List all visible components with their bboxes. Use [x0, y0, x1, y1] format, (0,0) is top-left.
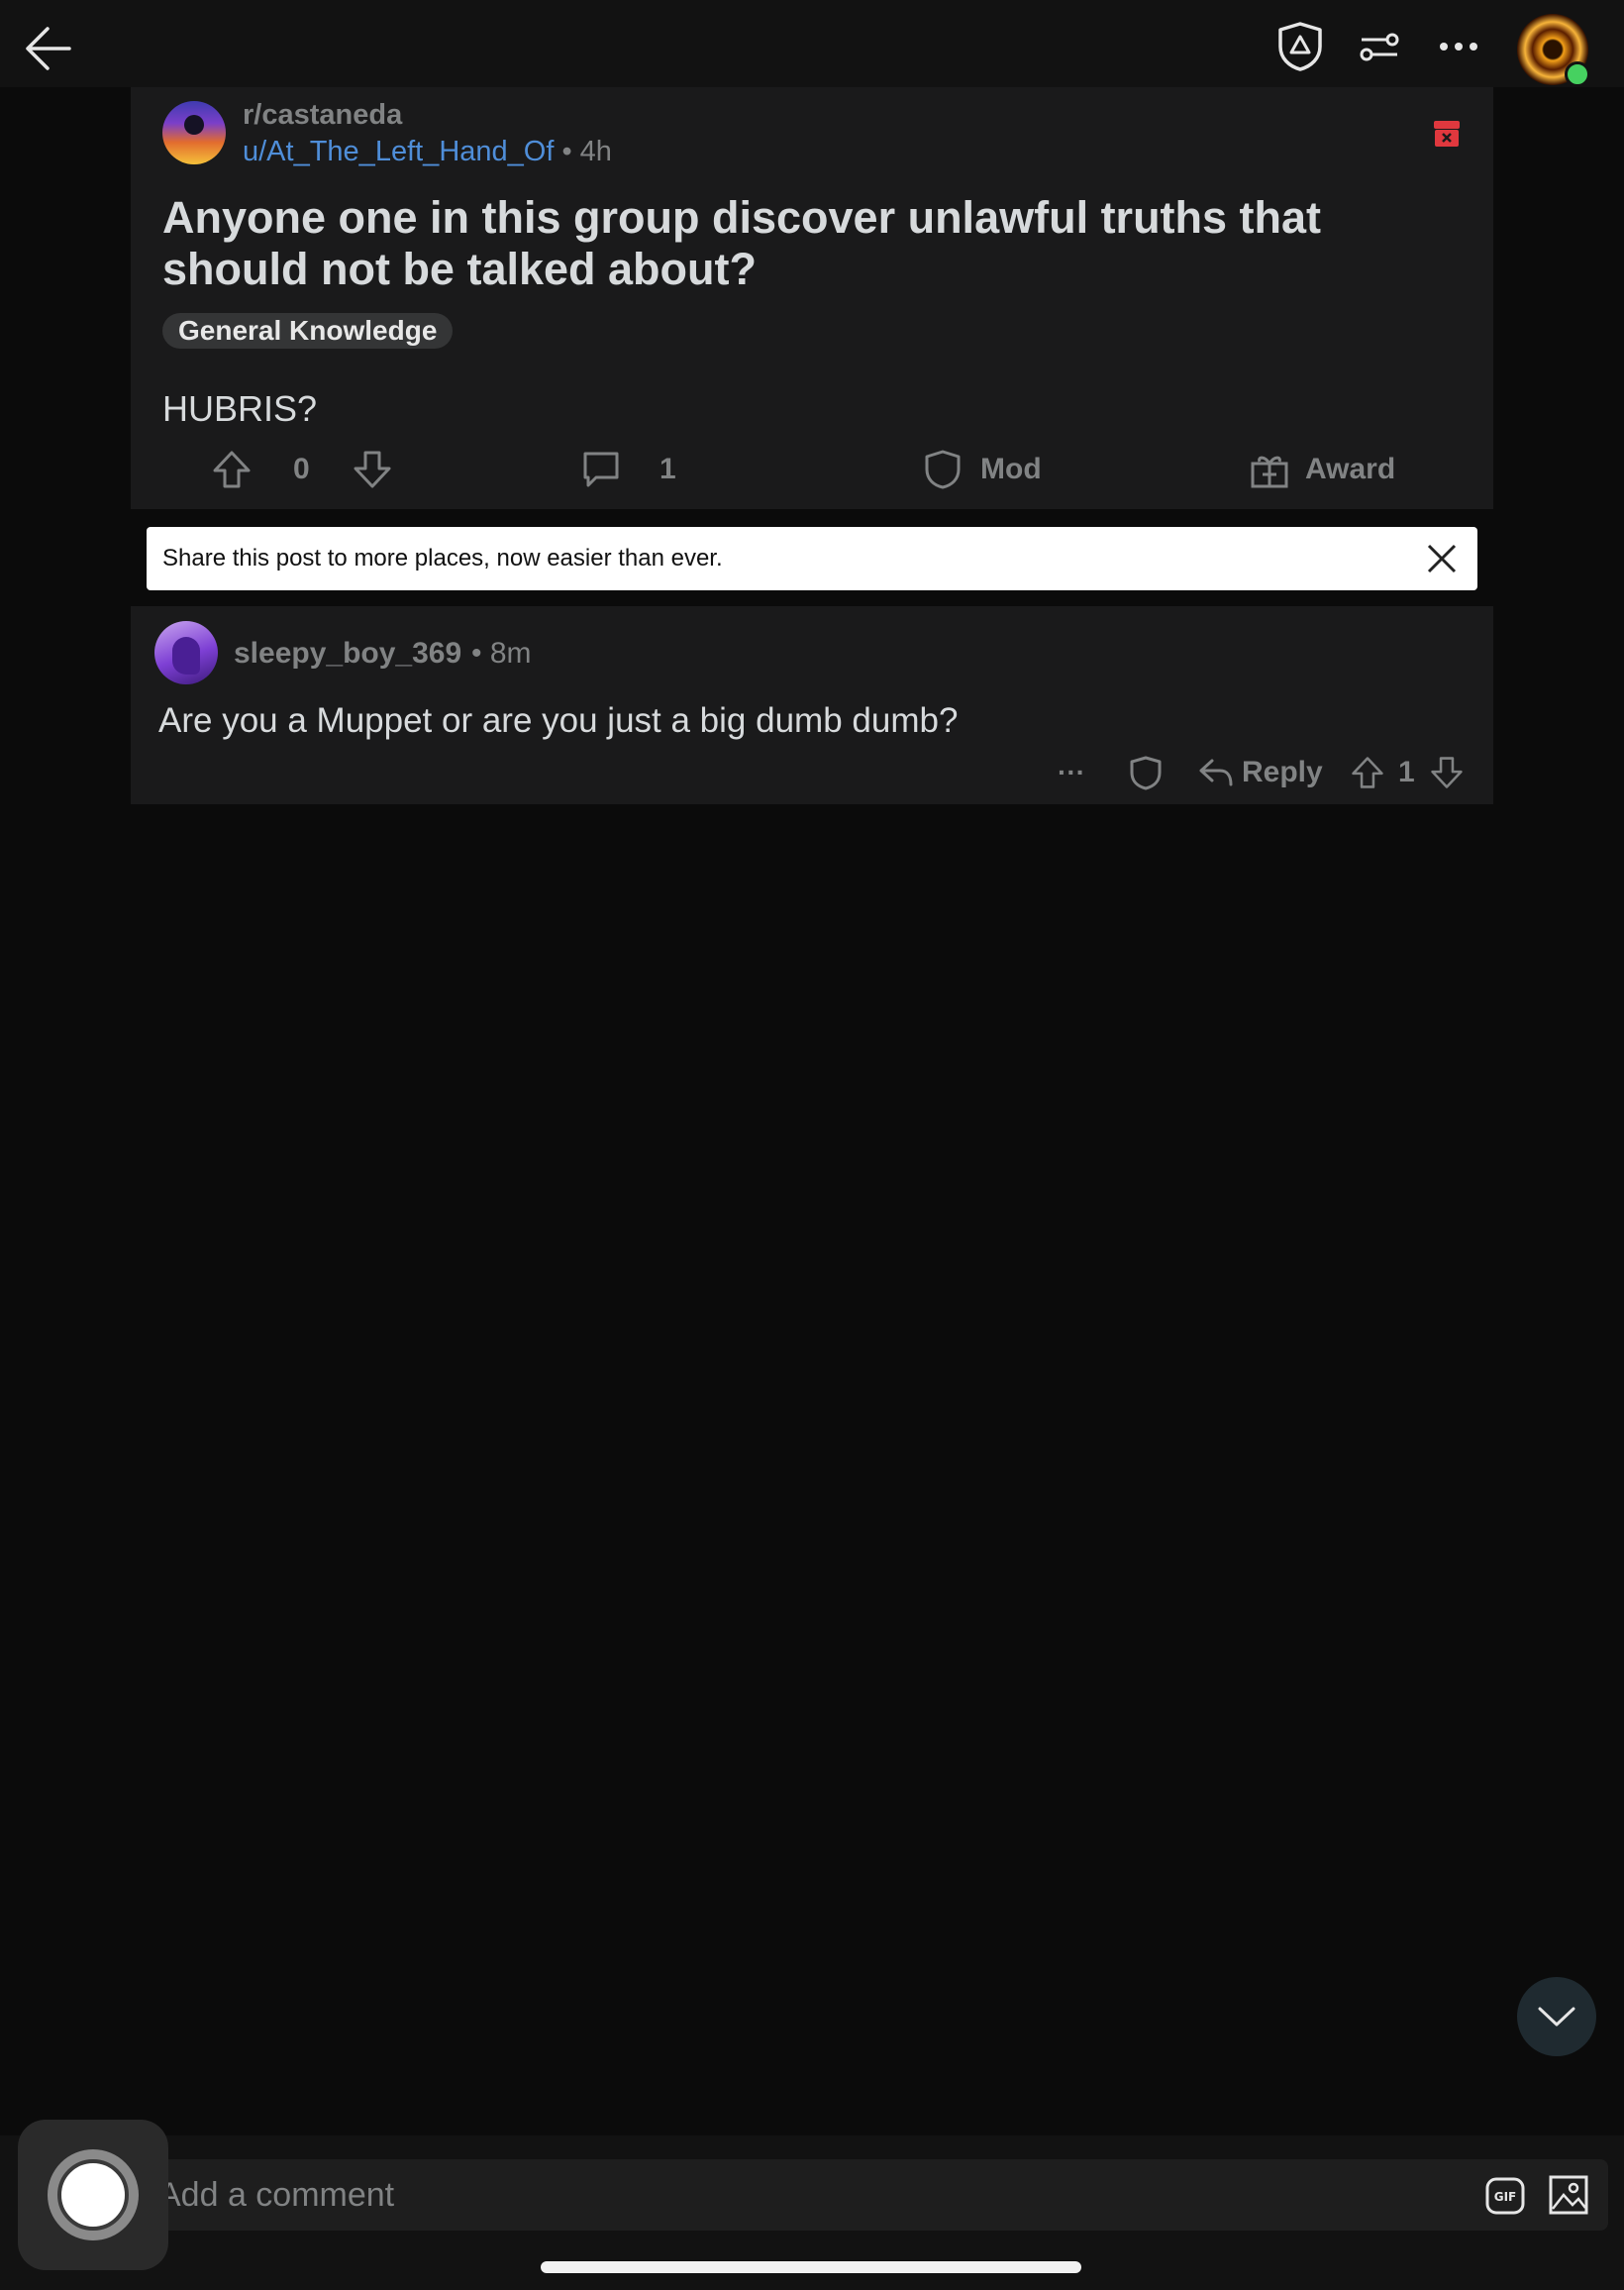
comment-mod-button[interactable] — [1129, 745, 1163, 800]
share-banner-text: Share this post to more places, now easi… — [162, 545, 723, 572]
subreddit-avatar[interactable] — [162, 101, 226, 164]
comment-upvote-button[interactable] — [1351, 745, 1384, 800]
reply-button[interactable]: Reply — [1198, 745, 1323, 800]
comment-body: Are you a Muppet or are you just a big d… — [158, 701, 959, 740]
gift-icon — [1251, 456, 1288, 488]
comment-username[interactable]: sleepy_boy_369 — [234, 637, 461, 671]
online-status-indicator — [1565, 61, 1590, 87]
assistive-touch-center — [57, 2159, 129, 2231]
comment-more-button[interactable]: ··· — [1058, 745, 1085, 800]
assistive-touch-button[interactable] — [18, 2120, 168, 2270]
scroll-down-button[interactable] — [1517, 1977, 1596, 2056]
home-indicator[interactable] — [541, 2261, 1081, 2273]
comment-score: 1 — [1398, 756, 1415, 788]
removed-post-icon[interactable] — [1433, 120, 1461, 148]
post-title: Anyone one in this group discover unlawf… — [162, 192, 1322, 294]
reply-arrow-icon — [1199, 759, 1233, 786]
comment-downvote-button[interactable] — [1430, 745, 1464, 800]
close-icon[interactable] — [1424, 541, 1460, 576]
filter-icon — [1360, 33, 1399, 61]
comment-bubble-icon — [583, 452, 619, 487]
shield-icon — [1130, 756, 1162, 790]
post-author-link[interactable]: u/At_The_Left_Hand_Of — [243, 136, 554, 167]
mod-shield-button[interactable] — [1269, 16, 1331, 77]
assistive-touch-ring — [48, 2149, 139, 2240]
back-button[interactable] — [14, 14, 83, 83]
share-banner: Share this post to more places, now easi… — [147, 527, 1477, 590]
downvote-button[interactable] — [353, 442, 392, 497]
more-horizontal-icon — [1440, 43, 1477, 51]
post-flair[interactable]: General Knowledge — [162, 313, 454, 349]
comment-age: • 8m — [471, 637, 532, 670]
comments-button[interactable]: 1 — [580, 442, 676, 497]
commenter-avatar[interactable] — [154, 621, 218, 684]
upvote-button[interactable] — [212, 442, 252, 497]
subreddit-name[interactable]: r/castaneda — [243, 99, 402, 132]
upvote-arrow-icon — [1352, 757, 1383, 788]
comment-input[interactable] — [93, 2159, 1608, 2231]
upvote-arrow-icon — [213, 451, 251, 488]
mod-label: Mod — [980, 453, 1042, 485]
comment-actions-bar: ··· Reply 1 — [131, 745, 1493, 796]
image-upload-icon[interactable] — [1549, 2175, 1588, 2215]
post-meta: u/At_The_Left_Hand_Of • 4h — [243, 136, 612, 168]
back-arrow-icon — [26, 27, 71, 70]
award-label: Award — [1305, 453, 1396, 485]
more-options-button[interactable] — [1426, 16, 1491, 77]
post-age: • 4h — [561, 136, 612, 167]
downvote-arrow-icon — [1431, 757, 1463, 788]
gif-icon[interactable]: GIF — [1485, 2177, 1525, 2215]
reply-label: Reply — [1242, 756, 1323, 788]
chevron-down-icon — [1538, 2007, 1575, 2027]
shield-icon — [925, 450, 961, 489]
post-score: 0 — [293, 453, 310, 485]
shield-icon — [1278, 22, 1322, 71]
svg-text:GIF: GIF — [1494, 2190, 1517, 2204]
downvote-arrow-icon — [354, 451, 391, 488]
comment-count: 1 — [660, 453, 676, 485]
mod-button[interactable]: Mod — [923, 442, 1042, 497]
post-actions-bar: 0 1 Mod Award — [131, 442, 1493, 497]
award-button[interactable]: Award — [1250, 442, 1395, 497]
filter-button[interactable] — [1349, 16, 1410, 77]
post-body: HUBRIS? — [162, 388, 318, 429]
